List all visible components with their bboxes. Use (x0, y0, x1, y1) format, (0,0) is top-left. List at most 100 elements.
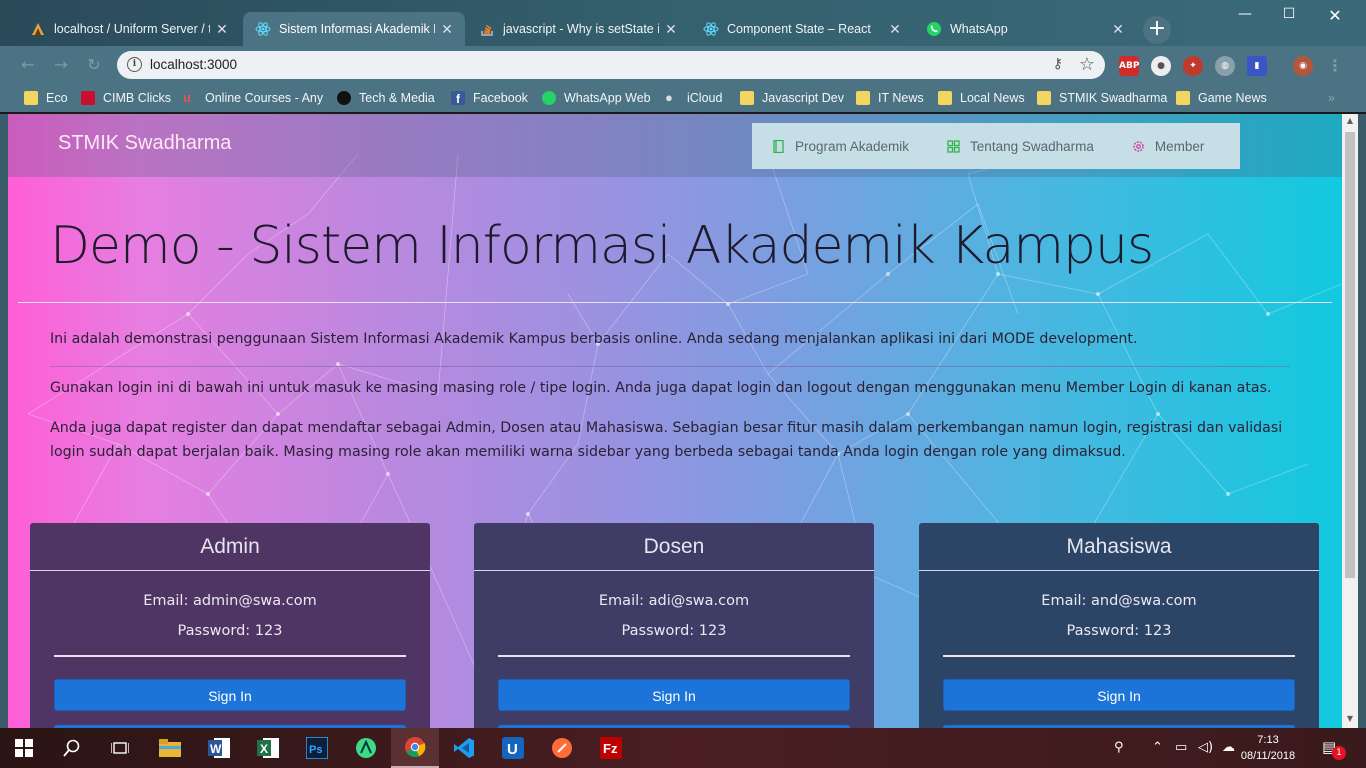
new-tab-button[interactable]: + (1143, 16, 1171, 44)
photoshop-icon[interactable]: Ps (293, 728, 341, 768)
whatsapp-icon (926, 21, 942, 37)
back-icon[interactable]: ← (18, 55, 38, 75)
filezilla-icon[interactable]: Fz (587, 728, 635, 768)
sign-in-button[interactable]: Sign In (943, 679, 1295, 711)
book-icon (772, 139, 785, 153)
notification-icon[interactable]: ▤ 1 (1322, 738, 1346, 760)
task-view-icon[interactable] (96, 728, 144, 768)
folder-icon (1037, 91, 1051, 105)
bookmark-item[interactable]: ● iCloud (665, 89, 722, 107)
chrome-icon[interactable] (391, 728, 439, 768)
url-text[interactable]: localhost:3000 (150, 57, 237, 72)
extension-flag-icon[interactable]: ▮ (1247, 56, 1267, 76)
sign-in-button[interactable]: Sign In (498, 679, 850, 711)
menu-label: Program Akademik (795, 138, 910, 154)
minimize-icon[interactable]: — (1222, 6, 1268, 26)
bookmark-label: CIMB Clicks (103, 91, 172, 105)
close-icon[interactable]: ✕ (1110, 21, 1126, 38)
chevron-up-icon[interactable]: ⌃ (1152, 740, 1163, 755)
folder-icon (856, 91, 870, 105)
postman-icon[interactable] (538, 728, 586, 768)
close-icon[interactable]: ✕ (439, 21, 455, 38)
bookmark-item[interactable]: IT News (856, 89, 924, 107)
bookmark-item[interactable]: Tech & Media (337, 89, 435, 107)
search-icon[interactable] (48, 728, 96, 768)
excel-icon[interactable]: X (244, 728, 292, 768)
register-info-text: Anda juga dapat register dan dapat menda… (50, 420, 1283, 460)
tab-whatsapp[interactable]: WhatsApp ✕ (914, 12, 1136, 46)
maximize-icon[interactable]: ☐ (1266, 6, 1312, 26)
tab-stackoverflow[interactable]: javascript - Why is setState in ✕ (467, 12, 689, 46)
react-icon (255, 21, 271, 37)
bookmark-item[interactable]: Local News (938, 89, 1025, 107)
bookmark-label: Facebook (473, 91, 528, 105)
reload-icon[interactable]: ↻ (84, 55, 104, 75)
divider (919, 570, 1319, 571)
divider (474, 570, 874, 571)
info-icon[interactable]: i (127, 57, 142, 72)
scroll-up-icon[interactable]: ▲ (1344, 116, 1356, 125)
login-info-text: Gunakan login ini di bawah ini untuk mas… (50, 380, 1272, 396)
sign-in-button[interactable]: Sign In (54, 679, 406, 711)
tab-component-state[interactable]: Component State – React ✕ (691, 12, 913, 46)
tab-localhost-uniform[interactable]: localhost / Uniform Server / tu ✕ (18, 12, 240, 46)
vscode-icon[interactable] (440, 728, 488, 768)
close-icon[interactable]: ✕ (214, 21, 230, 38)
key-icon[interactable]: ⚷ (1053, 56, 1063, 72)
grid-icon (947, 139, 960, 153)
site-brand[interactable]: STMIK Swadharma (58, 132, 231, 155)
menu-program-akademik[interactable]: Program Akademik (772, 139, 909, 154)
scroll-down-icon[interactable]: ▼ (1344, 714, 1356, 723)
bookmark-item[interactable]: STMIK Swadharma (1037, 89, 1167, 107)
adblock-icon[interactable]: ABP (1119, 56, 1139, 76)
adblock-label: ABP (1119, 61, 1140, 71)
card-password: Password: 123 (1066, 623, 1172, 639)
onedrive-icon[interactable]: ☁ (1222, 740, 1235, 755)
bookmark-item[interactable]: f Facebook (451, 89, 528, 107)
close-icon[interactable]: ✕ (887, 21, 903, 38)
tab-sistem-informasi[interactable]: Sistem Informasi Akademik Ka ✕ (243, 12, 465, 46)
close-icon[interactable]: ✕ (663, 21, 679, 38)
bookmark-item[interactable]: Game News (1176, 89, 1267, 107)
folder-icon (24, 91, 38, 105)
file-explorer-icon[interactable] (146, 728, 194, 768)
extension-circle-icon[interactable]: ● (1151, 56, 1171, 76)
menu-member[interactable]: Member (1132, 139, 1204, 154)
android-studio-icon[interactable] (342, 728, 390, 768)
card-email: Email: and@swa.com (1041, 593, 1197, 609)
card-password: Password: 123 (621, 623, 727, 639)
bookmark-item[interactable]: WhatsApp Web (542, 89, 651, 107)
globe-icon[interactable]: ◍ (1215, 56, 1235, 76)
word-icon[interactable]: W (195, 728, 243, 768)
windows-start-icon[interactable] (0, 728, 48, 768)
bookmark-item[interactable]: u Online Courses - Any (183, 89, 323, 107)
card-title: Admin (200, 535, 260, 558)
scrollbar-thumb[interactable] (1345, 132, 1355, 578)
ultraedit-icon[interactable]: U (489, 728, 537, 768)
address-bar[interactable]: i localhost:3000 ⚷ ☆ (117, 51, 1105, 79)
star-icon[interactable]: ☆ (1079, 54, 1095, 75)
people-icon[interactable]: ⚲ (1114, 740, 1124, 755)
volume-icon[interactable]: ◁) (1198, 740, 1213, 755)
profile-avatar[interactable]: ◉ (1293, 56, 1313, 76)
intro-text: Ini adalah demonstrasi penggunaan Sistem… (50, 331, 1138, 347)
bookmark-item[interactable]: Eco (24, 89, 68, 107)
svg-text:Fz: Fz (603, 741, 618, 756)
gear-icon (1132, 140, 1145, 153)
bookmark-item[interactable]: CIMB Clicks (81, 89, 171, 107)
bookmark-item[interactable]: Javascript Dev (740, 89, 844, 107)
bookmark-label: Javascript Dev (762, 91, 844, 105)
browser-titlebar: localhost / Uniform Server / tu ✕ Sistem… (0, 0, 1366, 46)
page-title: Demo - Sistem Informasi Akademik Kampus (50, 216, 1154, 276)
site-navbar: STMIK Swadharma Program Akademik Tentang… (8, 114, 1342, 177)
bookmarks-overflow-icon[interactable]: » (1328, 89, 1335, 107)
divider (498, 655, 850, 657)
menu-dots-icon[interactable]: ⋮ (1325, 56, 1345, 76)
close-window-icon[interactable]: ✕ (1312, 6, 1358, 26)
system-clock[interactable]: 7:13 08/11/2018 (1236, 732, 1300, 764)
menu-tentang-swadharma[interactable]: Tentang Swadharma (947, 139, 1094, 154)
forward-icon[interactable]: → (51, 55, 71, 75)
battery-icon[interactable]: ▭ (1175, 740, 1187, 755)
folder-icon (740, 91, 754, 105)
extension-robot-icon[interactable]: ✦ (1183, 56, 1203, 76)
